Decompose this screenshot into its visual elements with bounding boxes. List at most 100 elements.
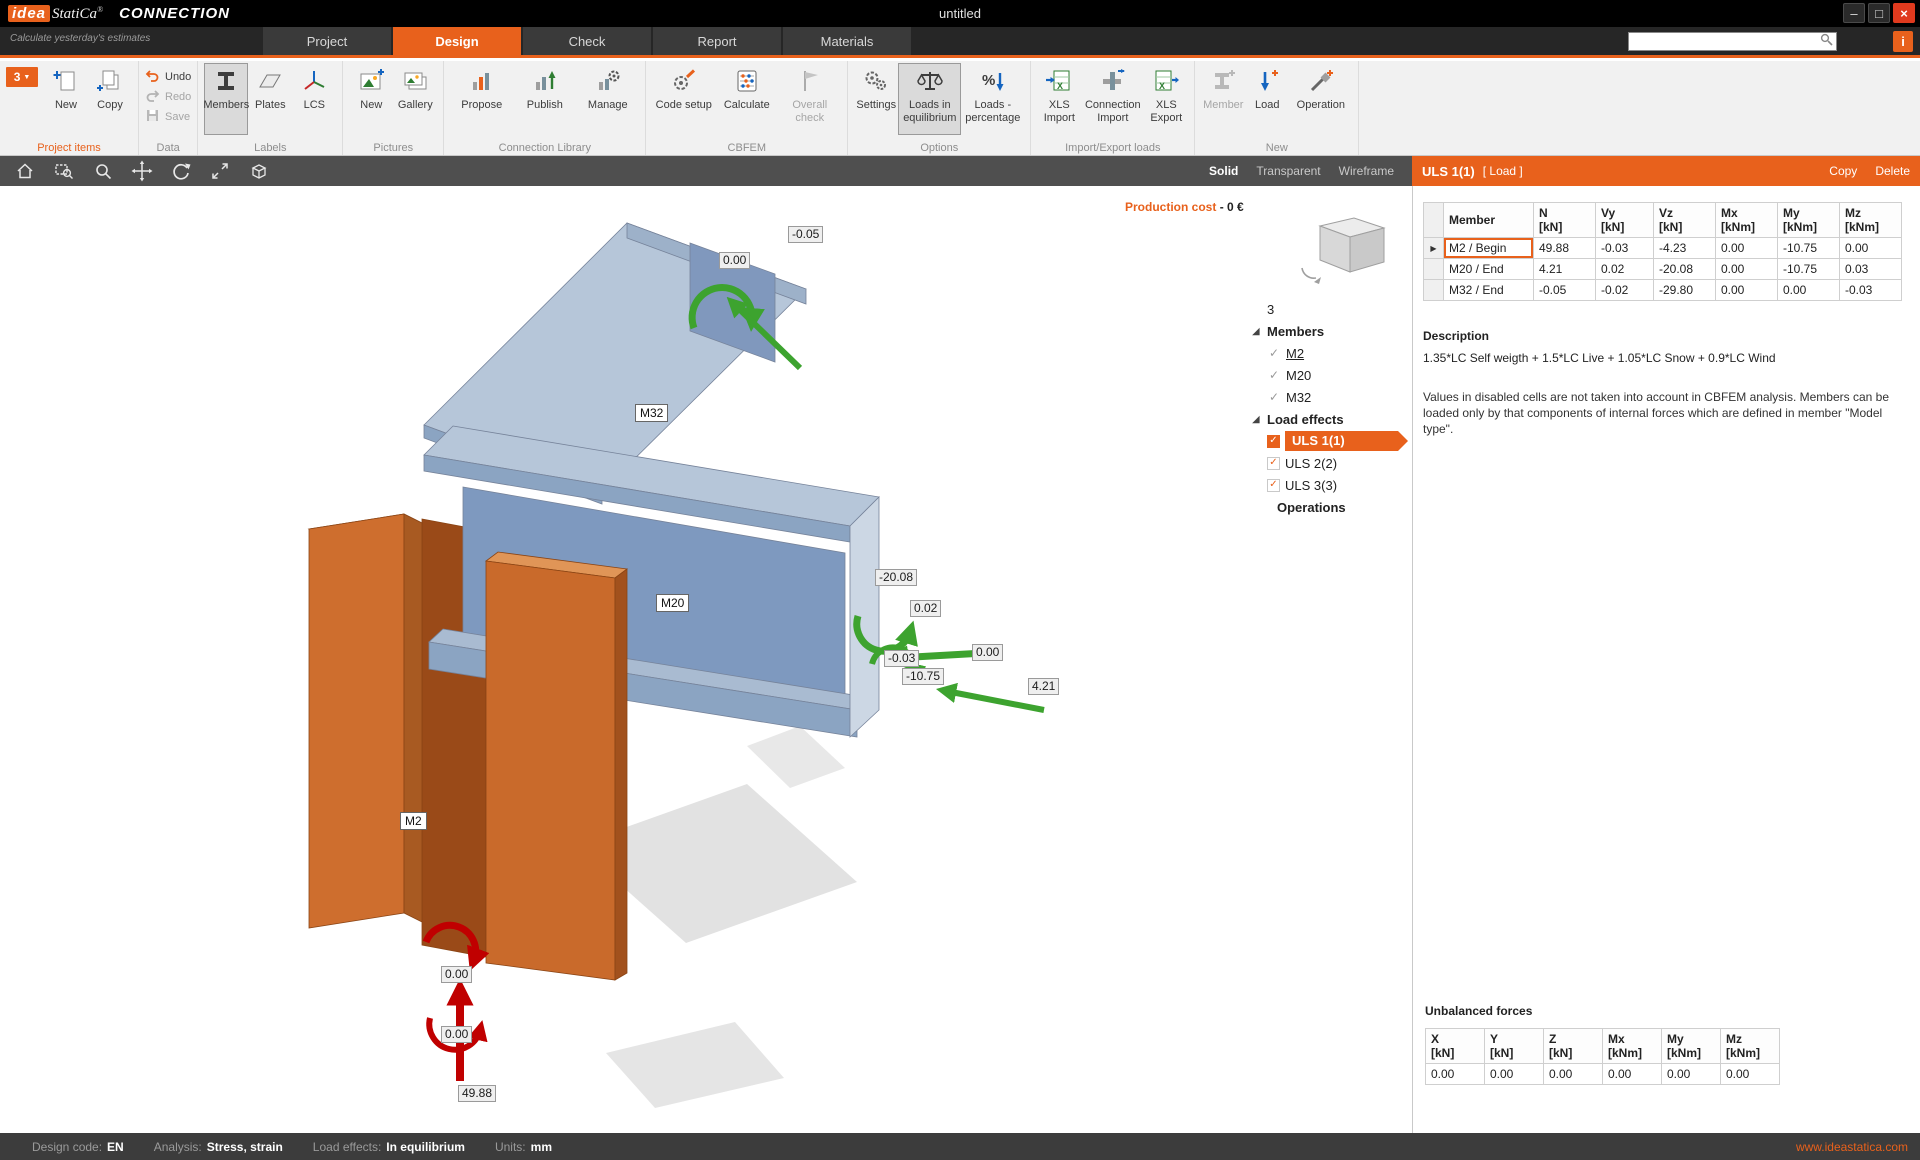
labels-plates-label: Plates xyxy=(255,99,286,112)
zoom-icon[interactable] xyxy=(92,160,114,182)
tab-check[interactable]: Check xyxy=(523,27,651,55)
loads-in-equilibrium-button[interactable]: Loads in equilibrium xyxy=(898,63,962,135)
code-setup-button[interactable]: Code setup xyxy=(652,63,715,135)
ribbon-group-project-items: 3 ▼ New Copy Project items xyxy=(0,61,139,155)
tab-project[interactable]: Project xyxy=(263,27,391,55)
app-name: CONNECTION xyxy=(119,5,230,22)
loads-percentage-button[interactable]: % Loads - percentage xyxy=(961,63,1024,135)
redo-button[interactable]: Redo xyxy=(145,89,191,105)
calculate-button[interactable]: Calculate xyxy=(715,63,778,135)
settings-label: Settings xyxy=(856,99,897,112)
checkbox-checked-icon[interactable]: ✓ xyxy=(1267,434,1280,448)
labels-lcs-button[interactable]: LCS xyxy=(292,63,336,135)
load-value-m20-5: 0.00 xyxy=(972,644,1004,661)
table-row[interactable]: ▶ M2 / Begin 49.88 -0.03 -4.23 0.00 -10.… xyxy=(1423,237,1902,259)
maximize-button[interactable]: □ xyxy=(1868,3,1890,23)
load-value-m20-my: -10.75 xyxy=(902,668,945,685)
section-box-icon[interactable] xyxy=(248,160,270,182)
checkbox-icon[interactable]: ✓ xyxy=(1267,478,1280,492)
info-button[interactable]: i xyxy=(1893,31,1913,52)
labels-plates-button[interactable]: Plates xyxy=(248,63,292,135)
home-view-icon[interactable] xyxy=(14,160,36,182)
library-propose-button[interactable]: Propose xyxy=(450,63,513,135)
load-value-m32-n: -0.05 xyxy=(788,226,824,243)
tree-load-effects-header[interactable]: ◢ Load effects xyxy=(1250,408,1408,430)
rotate-view-icon[interactable] xyxy=(170,160,192,182)
overall-check-button[interactable]: Overall check xyxy=(778,63,841,135)
zoom-window-icon[interactable] xyxy=(53,160,75,182)
tree-item-uls3[interactable]: ✓ ULS 3(3) xyxy=(1250,474,1408,496)
tree-members-header[interactable]: ◢ Members xyxy=(1250,320,1408,342)
unbalanced-forces-section: Unbalanced forces X [kN] Y [kN] Z [kN] Mx [k… xyxy=(1425,1004,1780,1085)
settings-button[interactable]: Settings xyxy=(854,63,898,135)
pictures-gallery-label: Gallery xyxy=(397,99,433,112)
project-new-button[interactable]: New xyxy=(44,63,88,135)
tree-item-uls2[interactable]: ✓ ULS 2(2) xyxy=(1250,452,1408,474)
zoom-fit-icon[interactable] xyxy=(209,160,231,182)
library-manage-button[interactable]: Manage xyxy=(576,63,639,135)
expander-icon[interactable]: ◢ xyxy=(1250,326,1262,337)
view-mode-wireframe[interactable]: Wireframe xyxy=(1339,164,1394,178)
tree-item-m2[interactable]: ✓ M2 xyxy=(1250,342,1408,364)
check-icon: ✓ xyxy=(1268,346,1280,360)
ribbon-group-pictures: New Gallery Pictures xyxy=(343,61,445,155)
table-row[interactable]: M32 / End -0.05 -0.02 -29.80 0.00 0.00 -… xyxy=(1423,279,1902,301)
cell-member[interactable]: M32 / End xyxy=(1443,279,1534,301)
labels-members-button[interactable]: Members xyxy=(203,63,249,135)
checkbox-icon[interactable]: ✓ xyxy=(1267,456,1280,470)
xls-export-label: XLS Export xyxy=(1150,99,1183,124)
3d-scene[interactable] xyxy=(0,186,1412,1133)
load-effects-table[interactable]: Member N [kN] Vy [kN] Vz [kN] Mx [kNm] My [kN… xyxy=(1423,202,1902,301)
member-label-m32[interactable]: M32 xyxy=(635,404,669,422)
ribbon-group-cbfem: Code setup Calculate Overall check CBFEM xyxy=(646,61,849,155)
xls-import-button[interactable]: X XLS Import xyxy=(1037,63,1081,135)
delete-load-button[interactable]: Delete xyxy=(1875,164,1910,178)
library-publish-button[interactable]: Publish xyxy=(513,63,576,135)
member-label-m2[interactable]: M2 xyxy=(400,812,427,830)
search-box[interactable] xyxy=(1628,32,1837,51)
tab-design[interactable]: Design xyxy=(393,27,521,55)
search-input[interactable] xyxy=(1629,35,1820,48)
save-button[interactable]: Save xyxy=(145,109,191,125)
tab-report[interactable]: Report xyxy=(653,27,781,55)
connection-import-button[interactable]: Connection Import xyxy=(1081,63,1144,135)
load-value-m2-2: 0.00 xyxy=(441,1026,473,1043)
xls-export-button[interactable]: X XLS Export xyxy=(1144,63,1188,135)
copy-load-button[interactable]: Copy xyxy=(1829,164,1857,178)
new-member-button[interactable]: Member xyxy=(1201,63,1245,135)
undo-button[interactable]: Undo xyxy=(145,69,191,85)
new-load-button[interactable]: Load xyxy=(1245,63,1289,135)
table-row[interactable]: M20 / End 4.21 0.02 -20.08 0.00 -10.75 0… xyxy=(1423,258,1902,280)
member-label-m20[interactable]: M20 xyxy=(656,594,690,612)
tree-operations-header[interactable]: Operations xyxy=(1250,496,1408,518)
3d-viewport[interactable]: Production cost - 0 € M32 M20 M2 -0.05 0… xyxy=(0,186,1412,1133)
cell-member[interactable]: M2 / Begin xyxy=(1443,237,1534,259)
view-mode-transparent[interactable]: Transparent xyxy=(1256,164,1320,178)
pan-icon[interactable] xyxy=(131,160,153,182)
expander-icon[interactable]: ◢ xyxy=(1250,414,1262,425)
navigation-cube[interactable] xyxy=(1292,212,1392,292)
production-cost: Production cost - 0 € xyxy=(1125,200,1244,214)
tab-materials[interactable]: Materials xyxy=(783,27,911,55)
website-link[interactable]: www.ideastatica.com xyxy=(1796,1140,1908,1154)
new-operation-button[interactable]: Operation xyxy=(1289,63,1352,135)
project-selector-dropdown[interactable]: 3 ▼ xyxy=(6,67,38,87)
tree-item-uls1[interactable]: ✓ ULS 1(1) xyxy=(1250,430,1408,452)
close-button[interactable]: × xyxy=(1893,3,1915,23)
active-load-case: ULS 1(1) xyxy=(1285,431,1408,451)
pictures-gallery-button[interactable]: Gallery xyxy=(393,63,437,135)
group-label-import-export: Import/Export loads xyxy=(1065,142,1161,154)
redo-label: Redo xyxy=(165,91,192,103)
minimize-button[interactable]: – xyxy=(1843,3,1865,23)
tree-item-m32[interactable]: ✓ M32 xyxy=(1250,386,1408,408)
ribbon-group-new: Member Load Operation New xyxy=(1195,61,1360,155)
cell-member[interactable]: M20 / End xyxy=(1443,258,1534,280)
pictures-new-button[interactable]: New xyxy=(349,63,393,135)
save-icon xyxy=(145,108,160,126)
search-icon xyxy=(1820,33,1833,51)
project-copy-button[interactable]: Copy xyxy=(88,63,132,135)
project-copy-label: Copy xyxy=(97,99,123,112)
tree-item-m20[interactable]: ✓ M20 xyxy=(1250,364,1408,386)
app-logo: idea StatiCa® xyxy=(8,4,103,23)
view-mode-solid[interactable]: Solid xyxy=(1209,164,1238,178)
